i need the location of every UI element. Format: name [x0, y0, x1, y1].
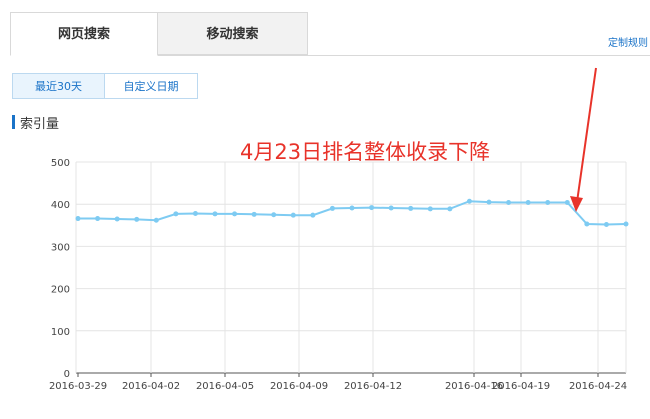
x-tick-label: 2016-04-24: [569, 381, 627, 392]
annotation-arrow-shaft: [576, 67, 597, 203]
data-point: [173, 211, 179, 217]
data-point: [486, 199, 492, 205]
y-tick-label: 200: [51, 285, 70, 296]
data-point: [232, 211, 238, 217]
y-tick-label: 500: [51, 158, 70, 169]
tab-web-search[interactable]: 网页搜索: [10, 12, 158, 56]
x-tick-label: 2016-04-19: [492, 381, 550, 392]
data-point: [623, 221, 629, 227]
data-point: [212, 211, 218, 217]
data-point: [75, 216, 81, 222]
data-point: [603, 221, 609, 227]
data-point: [466, 198, 472, 204]
y-tick-label: 100: [51, 327, 70, 338]
y-tick-label: 400: [51, 200, 70, 211]
data-point: [506, 200, 512, 206]
x-tick-label: 2016-04-05: [196, 381, 254, 392]
data-point: [388, 205, 394, 211]
data-point: [310, 212, 316, 218]
y-tick-label: 0: [64, 369, 70, 380]
data-point: [114, 216, 120, 222]
data-point: [251, 211, 257, 217]
data-point: [427, 206, 433, 212]
y-tick-label: 300: [51, 242, 70, 253]
data-point: [584, 221, 590, 227]
data-point: [95, 216, 101, 222]
data-point: [408, 205, 414, 211]
data-point: [271, 212, 277, 218]
data-point: [192, 210, 198, 216]
data-point: [369, 205, 375, 211]
data-point: [290, 212, 296, 218]
index-volume-chart: 0 100 200 300 400 500 2016-03-29 2016-04-02 2016…: [49, 67, 629, 392]
data-point: [447, 206, 453, 212]
x-tick-label: 2016-04-12: [344, 381, 402, 392]
x-tick-label: 2016-04-02: [122, 381, 180, 392]
data-point: [525, 200, 531, 206]
x-tick-label: 2016-03-29: [49, 381, 107, 392]
x-tick-label: 2016-04-09: [270, 381, 328, 392]
data-point: [329, 205, 335, 211]
annotation-text: 4月23日排名整体收录下降: [240, 140, 491, 164]
data-point: [545, 200, 551, 206]
data-point: [134, 216, 140, 222]
data-point: [564, 200, 570, 206]
data-point: [153, 217, 159, 223]
data-point: [349, 205, 355, 211]
